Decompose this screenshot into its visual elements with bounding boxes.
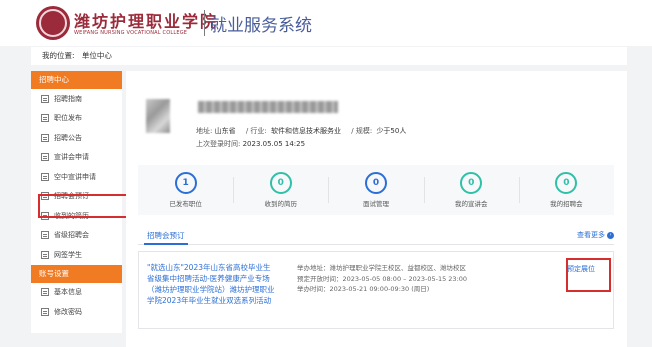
login-label: 上次登录时间:: [196, 140, 241, 148]
document-icon: [41, 94, 49, 103]
stat-label: 已发布职位: [169, 200, 202, 208]
highlight-box-sidebar: [38, 194, 128, 218]
document-icon: [41, 114, 49, 123]
main-panel: 地址: 山东省 / 行业: 软件和信息技术服务业 / 规模: 少于50人 上次登…: [126, 71, 627, 347]
tab-job-fair-booking[interactable]: 招聘会预订: [144, 229, 188, 245]
scale-label: / 规模:: [351, 127, 373, 135]
system-title: 就业服务系统: [210, 16, 312, 36]
sidebar-item-provincial-fair[interactable]: 省级招聘会: [31, 226, 122, 246]
job-fair-meta: 举办地址：潍坊护理职业学院王校区、益都校区、潍坊校区 预定开放时间：2023-0…: [297, 263, 467, 295]
breadcrumb-prefix: 我的位置:: [42, 51, 75, 60]
sidebar-item-label: 省级招聘会: [54, 231, 89, 240]
stat-label: 面试管理: [363, 200, 389, 208]
stat-count: 0: [269, 172, 292, 194]
header-divider: [204, 10, 205, 36]
sidebar-item-change-password[interactable]: 修改密码: [31, 302, 122, 322]
stat-my-job-fairs[interactable]: 0 我的招聘会: [518, 165, 614, 215]
sidebar-item-label: 修改密码: [54, 307, 82, 316]
document-icon: [41, 172, 49, 181]
sidebar-item-label: 基本信息: [54, 288, 82, 297]
job-fair-booking-time: 预定开放时间：2023-05-05 08:00 – 2023-05-15 23:…: [297, 274, 468, 283]
document-icon: [41, 307, 49, 316]
sidebar-group-recruitment: 招聘中心: [31, 71, 122, 89]
breadcrumb: 我的位置: 单位中心: [31, 47, 627, 65]
sidebar-item-recruit-guide[interactable]: 招聘指南: [31, 89, 122, 109]
address-value: 山东省: [214, 127, 236, 135]
sidebar-item-label: 宣讲会申请: [54, 153, 89, 162]
sidebar-group-account: 账号设置: [31, 264, 122, 283]
industry-label: / 行业:: [245, 127, 267, 135]
stat-count: 1: [174, 172, 197, 194]
school-logo: [36, 6, 70, 40]
sidebar-item-label: 招聘指南: [54, 94, 82, 103]
sidebar-item-label: 招聘公告: [54, 133, 82, 142]
school-name-en: WEIFANG NURSING VOCATIONAL COLLEGE: [74, 30, 188, 36]
stat-count: 0: [365, 172, 387, 194]
stat-label: 收到的简历: [264, 200, 298, 208]
stat-interviews[interactable]: 0 面试管理: [328, 165, 423, 215]
company-name-blurred: [198, 101, 338, 113]
sidebar-item-label: 空中宣讲申请: [54, 172, 96, 181]
job-fair-venue: 举办地址：潍坊护理职业学院王校区、益都校区、潍坊校区: [297, 264, 466, 272]
header: 潍坊护理职业学院 WEIFANG NURSING VOCATIONAL COLL…: [0, 0, 652, 46]
document-icon: [41, 231, 49, 240]
document-icon: [41, 133, 49, 142]
view-more-label: 查看更多: [577, 231, 605, 239]
last-login: 上次登录时间: 2023.05.05 14:25: [196, 139, 305, 149]
company-info: 地址: 山东省 / 行业: 软件和信息技术服务业 / 规模: 少于50人: [196, 126, 414, 136]
address-label: 地址:: [196, 127, 213, 135]
sidebar-item-seminar-apply[interactable]: 宣讲会申请: [31, 148, 122, 168]
stats-bar: 1 已发布职位 0 收到的简历 0 面试管理 0 我的宣讲会 0 我的招聘会: [138, 165, 614, 215]
stat-count: 0: [555, 172, 578, 194]
document-icon: [41, 288, 49, 297]
document-icon: [41, 250, 49, 259]
stat-received-resumes[interactable]: 0 收到的简历: [233, 165, 328, 215]
scale-value: 少于50人: [376, 127, 407, 135]
sidebar-item-label: 网签学生: [54, 250, 82, 259]
arrow-right-icon: ›: [607, 231, 614, 239]
document-icon: [41, 153, 49, 162]
login-time: 2023.05.05 14:25: [242, 140, 306, 148]
stat-label: 我的招聘会: [550, 200, 583, 208]
sidebar-item-label: 职位发布: [54, 114, 82, 123]
sidebar-item-announcement[interactable]: 招聘公告: [31, 128, 122, 148]
sidebar-item-basic-info[interactable]: 基本信息: [31, 283, 122, 303]
company-logo: [146, 99, 170, 133]
sidebar-item-signed-students[interactable]: 网签学生: [31, 245, 122, 265]
stat-label: 我的宣讲会: [454, 200, 488, 208]
job-fair-held-time: 举办时间：2023-05-21 09:00-09:30 (周日): [297, 285, 430, 293]
stat-count: 0: [460, 172, 483, 194]
industry-value: 软件和信息技术服务业: [271, 127, 342, 135]
breadcrumb-current[interactable]: 单位中心: [82, 51, 112, 60]
tab-bar: 招聘会预订 查看更多 ›: [138, 229, 614, 245]
stat-published-jobs[interactable]: 1 已发布职位: [138, 165, 233, 215]
sidebar-item-online-seminar[interactable]: 空中宣讲申请: [31, 167, 122, 187]
view-more-link[interactable]: 查看更多 ›: [577, 230, 614, 240]
stat-my-seminars[interactable]: 0 我的宣讲会: [423, 165, 519, 215]
sidebar-item-post-job[interactable]: 职位发布: [31, 109, 122, 129]
school-name-cn: 潍坊护理职业学院: [74, 12, 219, 31]
highlight-box-action: [566, 258, 611, 292]
job-fair-card: "就选山东"2023年山东省高校毕业生省级集中招聘活动-医养健康产业专场（潍坊护…: [138, 251, 614, 329]
job-fair-title[interactable]: "就选山东"2023年山东省高校毕业生省级集中招聘活动-医养健康产业专场（潍坊护…: [147, 262, 275, 306]
